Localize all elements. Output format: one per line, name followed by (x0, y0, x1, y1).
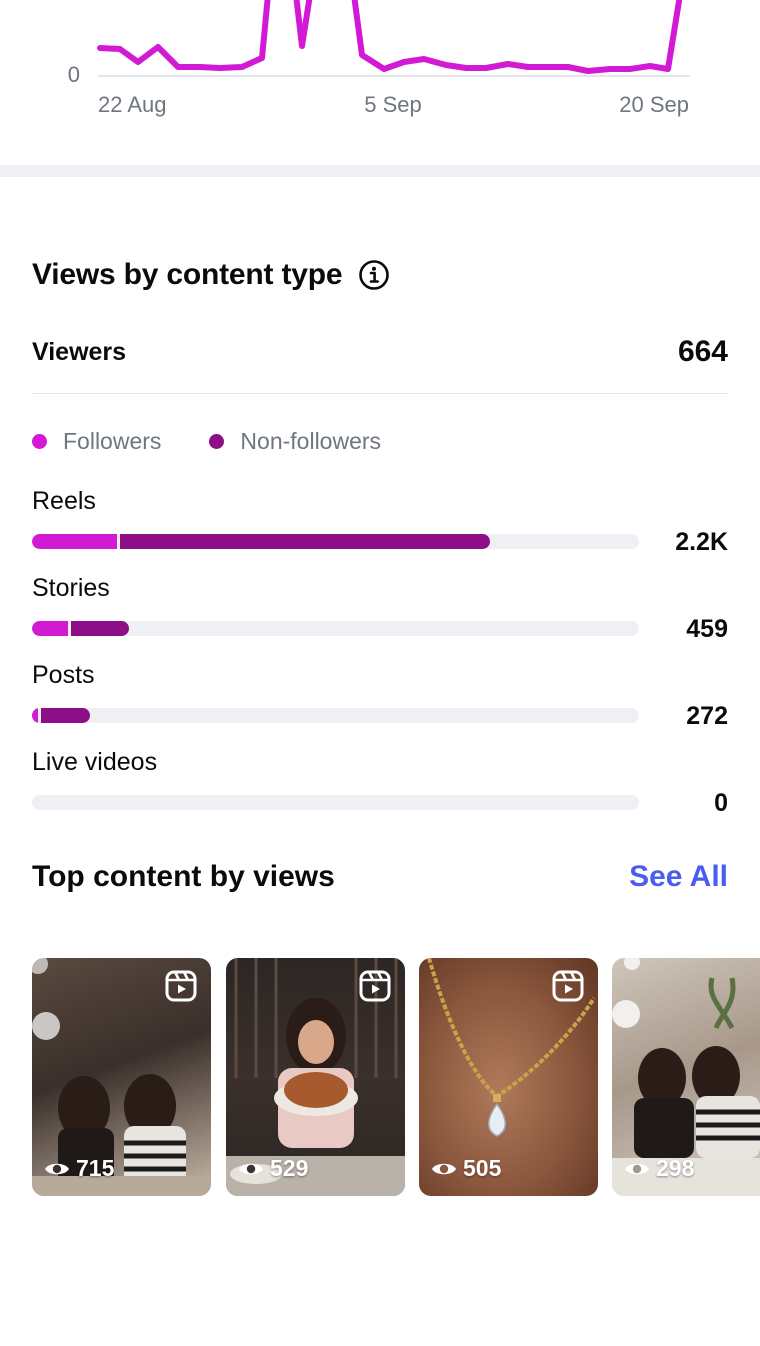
content-thumbnail[interactable]: 505 (419, 958, 598, 1196)
metric-value-stories: 459 (686, 615, 728, 643)
chart-legend: Followers Non-followers (32, 424, 429, 458)
views-count-badge: 529 (238, 1155, 308, 1182)
eye-icon (239, 1163, 263, 1174)
followers-bar-segment (32, 708, 38, 723)
section-title-text: Views by content type (32, 258, 343, 291)
legend-label: Non-followers (240, 427, 382, 454)
legend-item-followers: Followers (32, 428, 161, 455)
non-followers-bar-segment (71, 621, 129, 636)
metric-label-posts: Posts (32, 661, 95, 689)
see-all-link[interactable]: See All (629, 860, 728, 894)
views-count: 505 (463, 1155, 502, 1181)
content-thumbnail[interactable]: 298 (612, 958, 760, 1196)
bar-track-posts (32, 708, 639, 723)
section-divider (0, 165, 760, 177)
metric-value-live-videos: 0 (714, 789, 728, 817)
x-tick-label: 5 Sep (364, 92, 422, 117)
legend-item-non-followers: Non-followers (209, 428, 381, 455)
viewers-row: Viewers 664 (32, 330, 728, 374)
legend-dot (209, 433, 225, 449)
top-content-carousel[interactable]: 715 529 505 298 (32, 958, 760, 1198)
info-icon[interactable] (358, 259, 390, 291)
trend-line (97, 0, 683, 74)
followers-bar-segment (32, 621, 68, 636)
metric-label-stories: Stories (32, 574, 110, 602)
legend-label: Followers (63, 427, 162, 454)
views-count: 715 (76, 1155, 115, 1181)
top-content-heading: Top content by views (32, 860, 335, 893)
metric-value-posts: 272 (686, 702, 728, 730)
metric-value-reels: 2.2K (675, 528, 728, 556)
followers-bar-segment (32, 534, 117, 549)
views-count-badge: 715 (44, 1155, 114, 1182)
content-thumbnail[interactable]: 529 (226, 958, 405, 1196)
views-by-content-type-heading: Views by content type (32, 254, 390, 296)
eye-icon (432, 1163, 456, 1174)
reel-icon (359, 970, 391, 1002)
views-count: 298 (656, 1155, 695, 1181)
x-tick-label: 22 Aug (98, 92, 167, 117)
x-tick-label: 20 Sep (619, 92, 689, 117)
metric-label-reels: Reels (32, 487, 96, 515)
views-trend-chart: 0 22 Aug 5 Sep 20 Sep (0, 0, 760, 165)
reel-icon (552, 970, 584, 1002)
bar-track-live-videos (32, 795, 639, 810)
viewers-label: Viewers (32, 337, 127, 366)
non-followers-bar-segment (41, 708, 90, 723)
views-trend-svg: 0 22 Aug 5 Sep 20 Sep (68, 0, 690, 117)
eye-icon (625, 1163, 649, 1174)
y-tick-label: 0 (68, 62, 80, 87)
eye-icon (45, 1163, 69, 1174)
content-thumbnail[interactable]: 715 (32, 958, 211, 1196)
divider (32, 393, 728, 394)
metric-label-live-videos: Live videos (32, 748, 158, 776)
views-count-badge: 505 (431, 1155, 501, 1182)
bar-track-stories (32, 621, 639, 636)
views-count-badge: 298 (624, 1155, 694, 1182)
bar-track-reels (32, 534, 639, 549)
reel-icon (165, 970, 197, 1002)
legend-dot (32, 433, 47, 449)
views-count: 529 (270, 1155, 309, 1181)
viewers-count: 664 (677, 335, 728, 368)
non-followers-bar-segment (120, 534, 490, 549)
